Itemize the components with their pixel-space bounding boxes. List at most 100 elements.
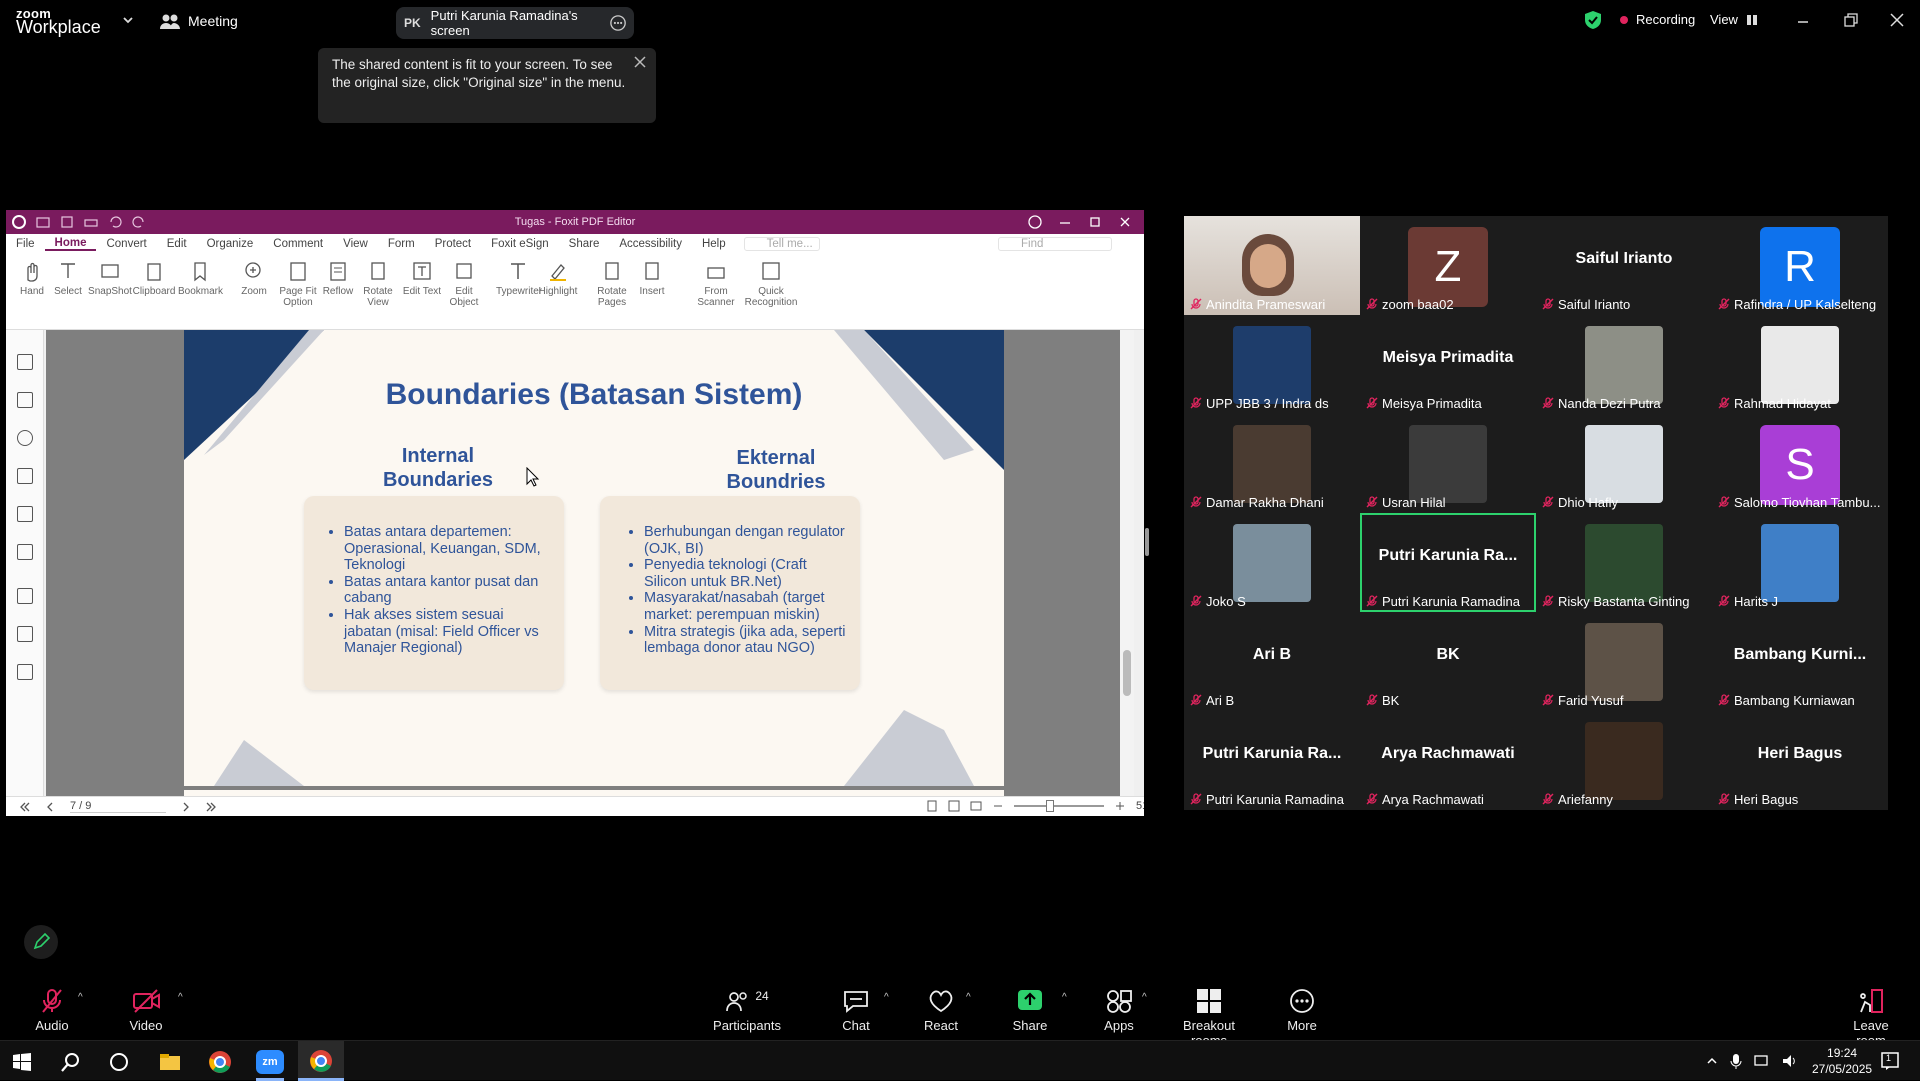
participant-tile[interactable]: Nanda Dezi Putra xyxy=(1536,315,1712,414)
bookmark-button[interactable]: Bookmark xyxy=(178,260,223,297)
menu-help[interactable]: Help xyxy=(692,238,736,250)
participant-tile[interactable]: Farid Yusuf xyxy=(1536,612,1712,711)
more-button[interactable]: More xyxy=(1284,988,1320,1033)
rotate-view-button[interactable]: Rotate View xyxy=(356,260,400,308)
menu-foxit-esign[interactable]: Foxit eSign xyxy=(481,238,559,250)
meeting-info-button[interactable]: Meeting xyxy=(160,12,238,30)
pdf-restore-icon[interactable] xyxy=(1088,215,1102,229)
pages-panel-icon[interactable] xyxy=(17,392,33,408)
close-notice-icon[interactable] xyxy=(634,56,646,68)
restore-icon[interactable] xyxy=(1843,12,1859,28)
participant-tile[interactable]: Zzoom baa02 xyxy=(1360,216,1536,315)
view-button[interactable]: View xyxy=(1710,12,1758,27)
menu-edit[interactable]: Edit xyxy=(157,238,197,250)
participant-tile[interactable]: Rahmad Hidayat xyxy=(1712,315,1888,414)
pdf-document-area[interactable]: Boundaries (Batasan Sistem) Internal Bou… xyxy=(46,330,1134,796)
next-page-icon[interactable] xyxy=(180,801,192,813)
quick-recognition-button[interactable]: Quick Recognition xyxy=(744,260,798,308)
participant-tile[interactable]: Usran Hilal xyxy=(1360,414,1536,513)
signature-panel-icon[interactable] xyxy=(17,626,33,642)
menu-share[interactable]: Share xyxy=(559,238,610,250)
single-page-view-icon[interactable] xyxy=(926,800,938,812)
participant-tile[interactable]: Meisya Primadita Meisya Primadita xyxy=(1360,315,1536,414)
apps-button[interactable]: Apps xyxy=(1102,988,1136,1033)
breakout-rooms-button[interactable]: Breakout rooms xyxy=(1166,988,1252,1048)
participant-tile[interactable]: Bambang Kurni... Bambang Kurniawan xyxy=(1712,612,1888,711)
menu-protect[interactable]: Protect xyxy=(425,238,481,250)
participant-tile[interactable]: Dhio Hafly xyxy=(1536,414,1712,513)
rotate-pages-button[interactable]: Rotate Pages xyxy=(590,260,634,308)
pdf-close-icon[interactable] xyxy=(1118,215,1132,229)
facing-view-icon[interactable] xyxy=(970,800,982,812)
menu-comment[interactable]: Comment xyxy=(263,238,333,250)
participant-tile[interactable]: Risky Bastanta Ginting xyxy=(1536,513,1712,612)
participant-tile[interactable]: Arya Rachmawati Arya Rachmawati xyxy=(1360,711,1536,810)
clipboard-button[interactable]: Clipboard xyxy=(132,260,176,297)
apps-options-caret-icon[interactable]: ^ xyxy=(1142,992,1147,1003)
windows-start-icon[interactable] xyxy=(12,1052,32,1072)
annotate-button[interactable] xyxy=(24,925,58,959)
participant-tile[interactable]: Ariefanny xyxy=(1536,711,1712,810)
audio-button[interactable]: Audio xyxy=(30,988,74,1033)
recording-indicator[interactable]: Recording xyxy=(1620,12,1695,27)
previous-page-icon[interactable] xyxy=(44,801,56,813)
menu-organize[interactable]: Organize xyxy=(197,238,264,250)
last-page-icon[interactable] xyxy=(206,801,218,813)
security-panel-icon[interactable] xyxy=(17,544,33,560)
pdf-minimize-icon[interactable] xyxy=(1058,215,1072,229)
zoom-in-icon[interactable] xyxy=(1114,800,1126,812)
zoom-out-icon[interactable] xyxy=(992,800,1004,812)
chrome-active-taskbar-item[interactable] xyxy=(298,1041,344,1081)
leave-room-button[interactable]: Leave room xyxy=(1838,988,1904,1048)
bookmarks-panel-icon[interactable] xyxy=(17,354,33,370)
typewriter-button[interactable]: Typewriter xyxy=(496,260,542,297)
participant-tile[interactable]: Harits J xyxy=(1712,513,1888,612)
react-options-caret-icon[interactable]: ^ xyxy=(966,992,971,1003)
share-button[interactable]: Share xyxy=(1010,988,1050,1033)
zoom-taskbar-icon[interactable]: zm xyxy=(256,1050,284,1074)
audio-options-caret-icon[interactable]: ^ xyxy=(78,992,83,1003)
share-options-caret-icon[interactable]: ^ xyxy=(1062,992,1067,1003)
select-tool-button[interactable]: Select xyxy=(46,260,90,297)
zoom-level[interactable]: 51.30% xyxy=(1136,800,1144,812)
snapshot-button[interactable]: SnapShot xyxy=(88,260,132,297)
account-icon[interactable] xyxy=(1028,215,1042,229)
from-scanner-button[interactable]: From Scanner xyxy=(694,260,738,308)
participant-tile[interactable]: Damar Rakha Dhani xyxy=(1184,414,1360,513)
participant-tile[interactable]: Saiful Irianto Saiful Irianto xyxy=(1536,216,1712,315)
menu-home[interactable]: Home xyxy=(44,237,97,251)
edit-text-button[interactable]: Edit Text xyxy=(400,260,444,297)
attachments-panel-icon[interactable] xyxy=(17,506,33,522)
highlight-button[interactable]: Highlight xyxy=(536,260,580,297)
page-number-field[interactable]: 7 / 9 xyxy=(70,800,166,813)
split-view-handle[interactable] xyxy=(1145,528,1149,556)
comments-panel-icon[interactable] xyxy=(17,430,33,446)
clock[interactable]: 19:24 27/05/2025 xyxy=(1812,1045,1872,1077)
continuous-view-icon[interactable] xyxy=(948,800,960,812)
fields-panel-icon[interactable] xyxy=(17,588,33,604)
menu-convert[interactable]: Convert xyxy=(96,238,156,250)
cortana-icon[interactable] xyxy=(108,1051,130,1073)
video-options-caret-icon[interactable]: ^ xyxy=(178,992,183,1003)
participant-tile[interactable]: Anindita Prameswari xyxy=(1184,216,1360,315)
file-explorer-icon[interactable] xyxy=(158,1051,182,1073)
chat-options-caret-icon[interactable]: ^ xyxy=(884,992,889,1003)
search-icon[interactable] xyxy=(60,1051,82,1073)
menu-accessibility[interactable]: Accessibility xyxy=(609,238,692,250)
participant-tile[interactable]: Heri Bagus Heri Bagus xyxy=(1712,711,1888,810)
participants-button[interactable]: 24 Participants xyxy=(708,988,786,1033)
zoom-slider[interactable] xyxy=(1014,800,1104,812)
participant-tile[interactable]: Putri Karunia Ra... Putri Karunia Ramadin… xyxy=(1360,513,1536,612)
first-page-icon[interactable] xyxy=(18,801,30,813)
participant-tile[interactable]: S Salomo Tiovhan Tambu... xyxy=(1712,414,1888,513)
scrollbar-thumb[interactable] xyxy=(1123,650,1131,696)
screen-share-indicator[interactable]: PK Putri Karunia Ramadina's screen xyxy=(396,7,634,39)
participant-tile[interactable]: R Rafindra / UP Kalselteng xyxy=(1712,216,1888,315)
edit-object-button[interactable]: Edit Object xyxy=(442,260,486,308)
menu-view[interactable]: View xyxy=(333,238,378,250)
network-icon[interactable] xyxy=(1754,1054,1770,1068)
tell-me-box[interactable]: Tell me... xyxy=(743,237,820,251)
microphone-tray-icon[interactable] xyxy=(1730,1053,1742,1069)
react-button[interactable]: React xyxy=(920,988,962,1033)
app-menu-chevron-icon[interactable] xyxy=(122,14,134,26)
